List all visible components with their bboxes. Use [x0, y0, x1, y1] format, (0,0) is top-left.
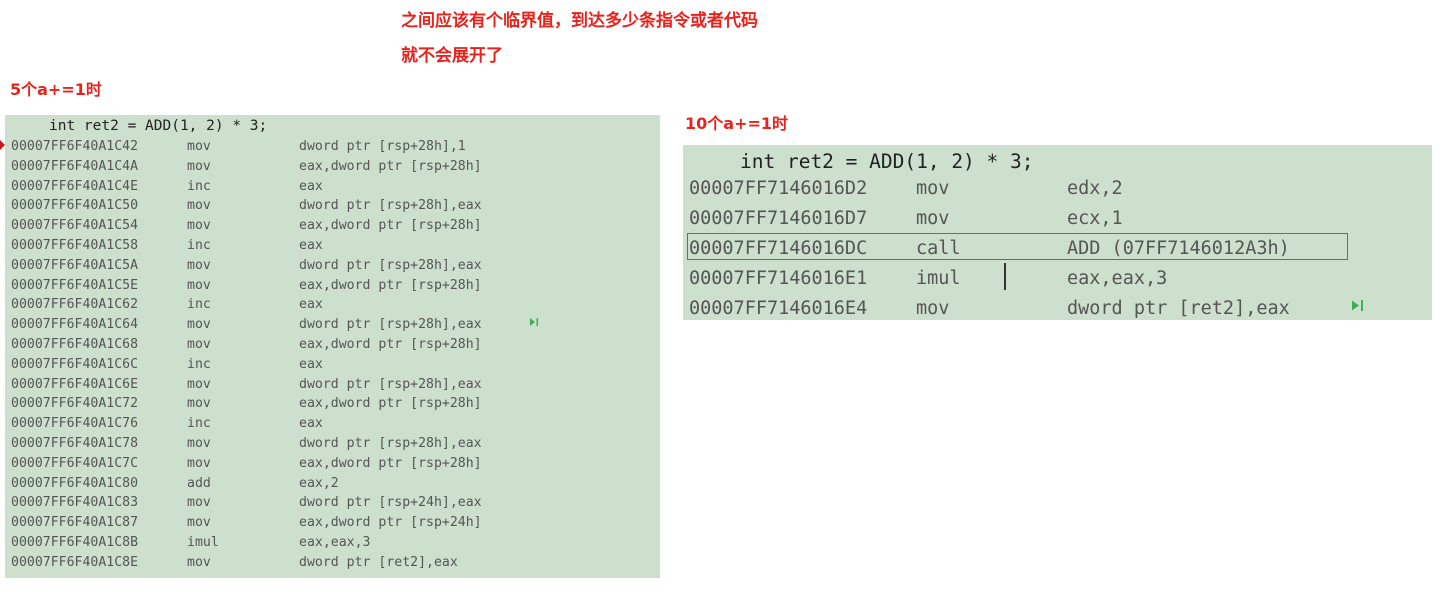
instruction-operands: eax,dword ptr [rsp+24h] [299, 515, 482, 531]
instruction-operands: ecx,1 [1067, 208, 1123, 229]
instruction-address: 00007FF6F40A1C83 [11, 495, 139, 511]
instruction-operands: eax,eax,3 [1067, 268, 1168, 289]
run-to-cursor-icon[interactable] [530, 317, 539, 327]
instruction-address: 00007FF6F40A1C8E [11, 554, 139, 570]
instruction-operands: eax,dword ptr [rsp+28h] [299, 218, 482, 234]
instruction-mnemonic: add [187, 475, 211, 491]
instruction-address: 00007FF7146016D2 [689, 178, 868, 199]
instruction-address: 00007FF6F40A1C62 [11, 297, 139, 313]
instruction-mnemonic: mov [187, 139, 211, 154]
instruction-mnemonic: mov [187, 158, 211, 174]
instruction-operands: edx,2 [1067, 178, 1123, 199]
instruction-mnemonic: inc [187, 297, 211, 313]
instruction-operands: eax,dword ptr [rsp+28h] [299, 337, 482, 352]
instruction-operands: eax [299, 297, 323, 313]
instruction-address: 00007FF6F40A1C5A [11, 257, 139, 273]
instruction-address: 00007FF6F40A1C87 [11, 515, 139, 531]
instruction-operands: eax,dword ptr [rsp+28h] [299, 277, 482, 293]
instruction-mnemonic: mov [187, 198, 211, 214]
instruction-address: 00007FF6F40A1C64 [11, 317, 139, 333]
text-cursor [1004, 263, 1006, 290]
instruction-operands: eax [299, 356, 323, 372]
instruction-mnemonic: mov [187, 218, 211, 234]
run-to-cursor-icon[interactable] [1352, 299, 1364, 312]
instruction-operands: eax,dword ptr [rsp+28h] [299, 158, 482, 174]
instruction-address: 00007FF7146016E1 [689, 268, 868, 289]
instruction-operands: dword ptr [rsp+28h],eax [299, 317, 482, 333]
instruction-operands: eax,dword ptr [rsp+28h] [299, 396, 482, 412]
instruction-mnemonic: mov [916, 178, 950, 199]
annotation-note-line1: 之间应该有个临界值，到达多少条指令或者代码 [401, 11, 758, 31]
call-instruction-highlight [687, 233, 1348, 260]
annotation-note-line2: 就不会展开了 [401, 46, 503, 66]
instruction-address: 00007FF6F40A1C68 [11, 337, 139, 352]
disassembly-panel-inlined[interactable]: int ret2 = ADD(1, 2) * 3; 00007FF6F40A1C… [5, 115, 660, 578]
instruction-address: 00007FF6F40A1C76 [11, 416, 139, 432]
instruction-mnemonic: mov [187, 257, 211, 273]
instruction-mnemonic: mov [187, 376, 211, 392]
instruction-address: 00007FF7146016E4 [689, 298, 868, 319]
instruction-mnemonic: inc [187, 356, 211, 372]
instruction-address: 00007FF7146016D7 [689, 208, 868, 229]
instruction-mnemonic: mov [187, 515, 211, 531]
instruction-operands: eax [299, 178, 323, 194]
instruction-mnemonic: mov [916, 298, 950, 319]
instruction-mnemonic: mov [187, 277, 211, 293]
instruction-operands: eax,2 [299, 475, 339, 491]
instruction-address: 00007FF6F40A1C6C [11, 356, 139, 372]
instruction-address: 00007FF6F40A1C54 [11, 218, 139, 234]
instruction-mnemonic: inc [187, 178, 211, 194]
instruction-address: 00007FF6F40A1C6E [11, 376, 139, 392]
instruction-address: 00007FF6F40A1C7C [11, 455, 139, 471]
instruction-mnemonic: mov [916, 208, 950, 229]
instruction-mnemonic: mov [187, 436, 211, 451]
instruction-operands: eax [299, 416, 323, 432]
current-instruction-arrow-icon [0, 140, 5, 150]
instruction-mnemonic: inc [187, 238, 211, 253]
instruction-address: 00007FF6F40A1C78 [11, 436, 139, 451]
instruction-address: 00007FF6F40A1C4A [11, 158, 139, 174]
instruction-mnemonic: mov [187, 396, 211, 412]
label-five-increments: 5个a+=1时 [10, 80, 102, 99]
instruction-mnemonic: inc [187, 416, 211, 432]
instruction-mnemonic: imul [187, 535, 219, 550]
instruction-operands: dword ptr [rsp+28h],eax [299, 376, 482, 392]
instruction-operands: eax,eax,3 [299, 535, 371, 550]
instruction-address: 00007FF6F40A1C58 [11, 238, 139, 253]
instruction-address: 00007FF6F40A1C50 [11, 198, 139, 214]
instruction-mnemonic: mov [187, 317, 211, 333]
instruction-address: 00007FF6F40A1C4E [11, 178, 139, 194]
instruction-mnemonic: imul [916, 268, 961, 289]
instruction-operands: dword ptr [rsp+28h],1 [299, 139, 466, 154]
instruction-operands: eax [299, 238, 323, 253]
instruction-address: 00007FF6F40A1C5E [11, 277, 139, 293]
instruction-mnemonic: mov [187, 455, 211, 471]
instruction-operands: eax,dword ptr [rsp+28h] [299, 455, 482, 471]
instruction-address: 00007FF6F40A1C42 [11, 139, 139, 154]
instruction-mnemonic: mov [187, 337, 211, 352]
instruction-operands: dword ptr [rsp+24h],eax [299, 495, 482, 511]
source-line: int ret2 = ADD(1, 2) * 3; [49, 118, 268, 134]
instruction-mnemonic: mov [187, 554, 211, 570]
instruction-operands: dword ptr [rsp+28h],eax [299, 436, 482, 451]
instruction-operands: dword ptr [ret2],eax [299, 554, 458, 570]
instruction-address: 00007FF6F40A1C72 [11, 396, 139, 412]
instruction-operands: dword ptr [ret2],eax [1067, 298, 1290, 319]
instruction-address: 00007FF6F40A1C8B [11, 535, 139, 550]
source-line: int ret2 = ADD(1, 2) * 3; [740, 150, 1034, 173]
instruction-mnemonic: mov [187, 495, 211, 511]
label-ten-increments: 10个a+=1时 [685, 114, 789, 133]
instruction-address: 00007FF6F40A1C80 [11, 475, 139, 491]
instruction-operands: dword ptr [rsp+28h],eax [299, 257, 482, 273]
instruction-operands: dword ptr [rsp+28h],eax [299, 198, 482, 214]
